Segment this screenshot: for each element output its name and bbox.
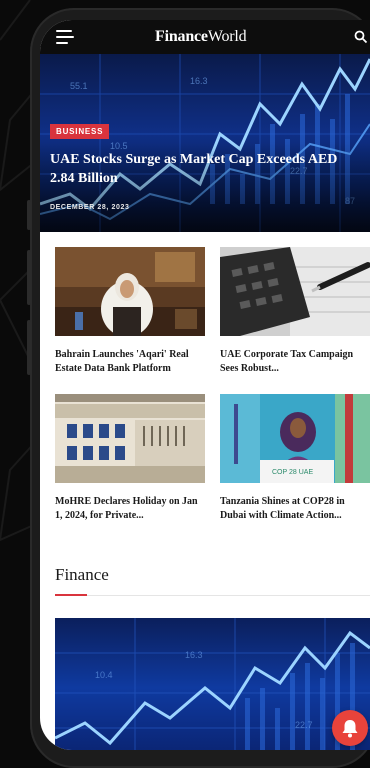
article-title[interactable]: UAE Corporate Tax Campaign Sees Robust..…	[220, 348, 370, 376]
svg-text:16.3: 16.3	[185, 650, 203, 660]
article-title[interactable]: Tanzania Shines at COP28 in Dubai with C…	[220, 495, 370, 523]
search-icon[interactable]	[354, 30, 368, 44]
section-title[interactable]: Finance	[55, 565, 109, 585]
svg-text:16.3: 16.3	[190, 76, 208, 86]
logo-light-text: World	[207, 28, 247, 45]
svg-text:22.7: 22.7	[295, 720, 313, 730]
government-building-image	[55, 394, 205, 483]
finance-article-image[interactable]: 10.4 16.3 22.7	[55, 618, 370, 750]
logo-bold-text: Finance	[155, 28, 208, 45]
article-card[interactable]: Bahrain Launches 'Aqari' Real Estate Dat…	[55, 247, 205, 376]
svg-text:COP 28 UAE: COP 28 UAE	[272, 469, 313, 476]
svg-text:10.4: 10.4	[95, 670, 113, 680]
calculator-pen-image	[220, 247, 370, 336]
section-divider	[55, 595, 370, 596]
hero-date: DECEMBER 28, 2023	[50, 204, 130, 211]
category-badge[interactable]: BUSINESS	[50, 124, 110, 139]
article-card[interactable]: COP 28 UAE Tanzania Shines at COP28 in D…	[220, 394, 370, 523]
phone-side-button	[27, 200, 31, 230]
notification-bell-icon	[342, 720, 358, 738]
phone-side-button	[27, 250, 31, 305]
svg-text:55.1: 55.1	[70, 81, 88, 91]
hamburger-menu-icon[interactable]	[56, 30, 74, 44]
app-logo[interactable]: FinanceWorld	[155, 28, 247, 46]
notification-button[interactable]	[332, 710, 368, 746]
article-title[interactable]: MoHRE Declares Holiday on Jan 1, 2024, f…	[55, 495, 205, 523]
hero-headline[interactable]: UAE Stocks Surge as Market Cap Exceeds A…	[50, 150, 360, 188]
hero-article[interactable]: 10.522.787 55.116.3 BUSINESS UAE Stocks …	[40, 54, 370, 232]
section-underline	[55, 594, 87, 596]
officials-meeting-image	[55, 247, 205, 336]
phone-side-button	[27, 320, 31, 375]
app-header: FinanceWorld	[40, 20, 370, 54]
speaker-podium-image: COP 28 UAE	[220, 394, 370, 483]
article-card[interactable]: UAE Corporate Tax Campaign Sees Robust..…	[220, 247, 370, 376]
article-title[interactable]: Bahrain Launches 'Aqari' Real Estate Dat…	[55, 348, 205, 376]
app-screen: FinanceWorld 10.522.787	[40, 20, 370, 750]
article-card[interactable]: MoHRE Declares Holiday on Jan 1, 2024, f…	[55, 394, 205, 523]
